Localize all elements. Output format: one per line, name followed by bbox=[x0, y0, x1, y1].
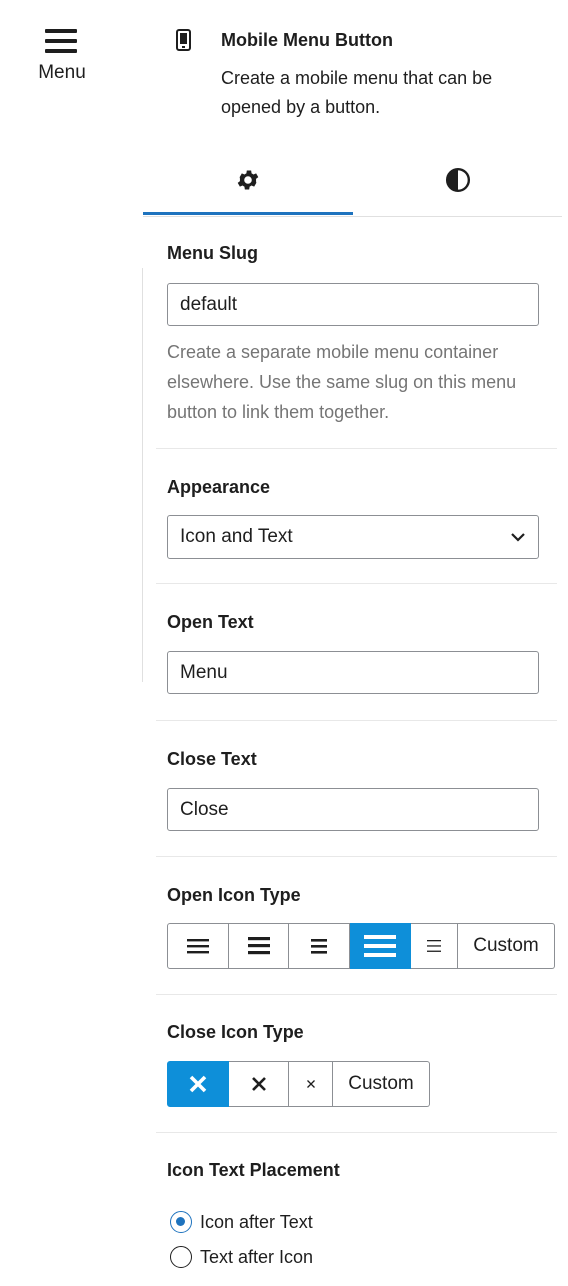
menu-preview[interactable]: Menu bbox=[0, 0, 124, 100]
icon-text-placement-label: Icon Text Placement bbox=[167, 1160, 340, 1180]
open-text-label: Open Text bbox=[167, 612, 254, 632]
menu-slug-input[interactable] bbox=[167, 283, 539, 326]
divider bbox=[156, 720, 557, 721]
mobile-device-icon bbox=[176, 29, 191, 51]
close-icon-option-2[interactable] bbox=[229, 1061, 289, 1107]
close-icon-type-label: Close Icon Type bbox=[167, 1022, 304, 1042]
contrast-icon bbox=[445, 167, 471, 193]
open-icon-option-4[interactable] bbox=[350, 923, 411, 969]
close-text-input[interactable] bbox=[167, 788, 539, 831]
close-icon-custom-button[interactable]: Custom bbox=[333, 1061, 430, 1107]
panel-divider bbox=[142, 268, 143, 682]
close-icon-type-group: Custom bbox=[167, 1061, 430, 1107]
appearance-selected-value: Icon and Text bbox=[180, 526, 293, 547]
radio-label: Text after Icon bbox=[200, 1247, 314, 1267]
appearance-label: Appearance bbox=[167, 477, 271, 497]
block-description: Create a mobile menu that can be opened … bbox=[221, 68, 493, 117]
radio-button-selected[interactable] bbox=[170, 1211, 192, 1233]
inspector-tabs bbox=[143, 150, 562, 217]
menu-icon-2 bbox=[247, 937, 270, 955]
close-icon-3 bbox=[306, 1080, 315, 1088]
divider bbox=[156, 583, 557, 584]
menu-slug-help: Create a separate mobile menu container … bbox=[167, 342, 517, 422]
divider bbox=[156, 1132, 557, 1133]
close-icon-1 bbox=[189, 1075, 207, 1093]
open-icon-option-3[interactable] bbox=[289, 923, 350, 969]
block-title: Mobile Menu Button bbox=[221, 30, 393, 50]
menu-preview-label: Menu bbox=[38, 62, 86, 83]
hamburger-icon bbox=[45, 29, 77, 54]
radio-text-after-icon[interactable]: Text after Icon bbox=[170, 1244, 370, 1270]
open-icon-option-1[interactable] bbox=[167, 923, 229, 969]
close-icon-2 bbox=[251, 1077, 266, 1091]
radio-button[interactable] bbox=[170, 1246, 192, 1268]
divider bbox=[156, 448, 557, 449]
radio-label: Icon after Text bbox=[200, 1212, 313, 1232]
menu-icon-3 bbox=[311, 939, 327, 954]
tab-styles[interactable] bbox=[353, 150, 563, 214]
close-icon-option-3[interactable] bbox=[289, 1061, 333, 1107]
divider bbox=[156, 856, 557, 857]
menu-icon-4 bbox=[364, 935, 396, 957]
open-icon-option-2[interactable] bbox=[229, 923, 289, 969]
close-icon-option-1[interactable] bbox=[167, 1061, 229, 1107]
radio-icon-after-text[interactable]: Icon after Text bbox=[170, 1209, 370, 1235]
open-icon-type-group: Custom bbox=[167, 923, 555, 969]
open-icon-custom-button[interactable]: Custom bbox=[458, 923, 555, 969]
open-icon-option-5[interactable] bbox=[411, 923, 458, 969]
chevron-down-icon bbox=[511, 533, 525, 542]
open-icon-type-label: Open Icon Type bbox=[167, 885, 301, 905]
close-text-label: Close Text bbox=[167, 749, 257, 769]
menu-icon-1 bbox=[187, 939, 209, 954]
menu-icon-5 bbox=[427, 940, 441, 952]
menu-slug-label: Menu Slug bbox=[167, 243, 258, 263]
tab-settings[interactable] bbox=[143, 150, 353, 215]
gear-icon bbox=[237, 170, 259, 190]
open-text-input[interactable] bbox=[167, 651, 539, 694]
divider bbox=[156, 994, 557, 995]
appearance-select[interactable]: Icon and Text bbox=[167, 515, 539, 559]
